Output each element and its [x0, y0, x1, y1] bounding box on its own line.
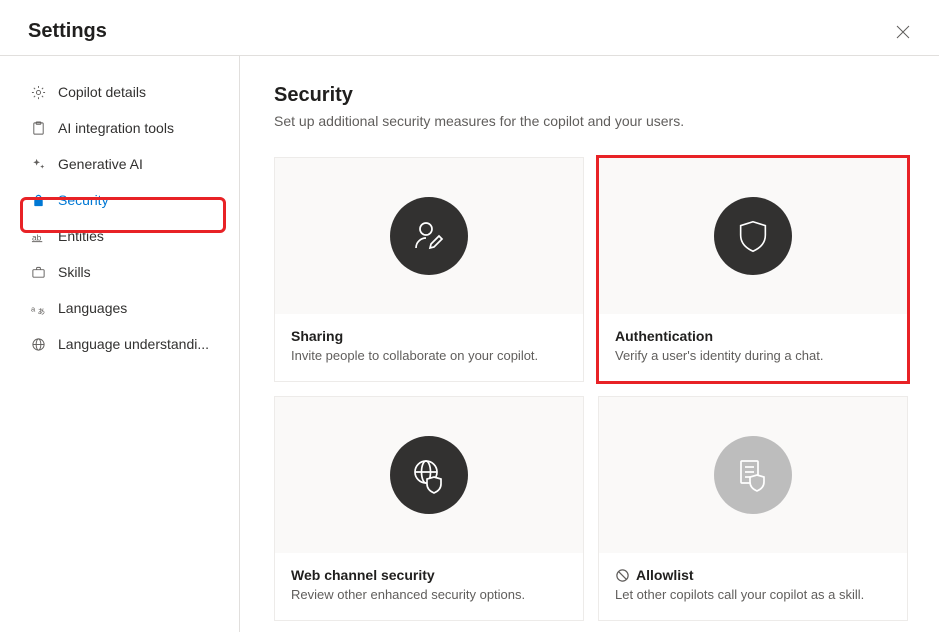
- settings-title: Settings: [28, 20, 107, 43]
- sidebar-item-label: AI integration tools: [58, 120, 174, 136]
- sparkle-icon: [30, 156, 46, 172]
- close-button[interactable]: [895, 24, 911, 40]
- lock-icon: [30, 192, 46, 208]
- card-desc: Invite people to collaborate on your cop…: [291, 348, 567, 363]
- settings-content: Security Set up additional security meas…: [240, 56, 939, 632]
- svg-text:ab: ab: [31, 232, 41, 242]
- svg-text:a: a: [31, 304, 36, 313]
- shield-icon: [734, 217, 772, 255]
- card-web-channel-security[interactable]: Web channel security Review other enhanc…: [274, 396, 584, 621]
- card-top: [599, 158, 907, 314]
- sidebar-item-language-understanding[interactable]: Language understandi...: [0, 326, 239, 362]
- sidebar-item-label: Entities: [58, 228, 104, 244]
- languages-icon: aあ: [30, 300, 46, 316]
- card-bottom: Authentication Verify a user's identity …: [599, 314, 907, 381]
- card-title: Authentication: [615, 328, 891, 344]
- card-sharing[interactable]: Sharing Invite people to collaborate on …: [274, 157, 584, 382]
- card-icon-circle: [390, 436, 468, 514]
- prohibit-icon: [615, 568, 630, 583]
- list-shield-icon: [733, 455, 773, 495]
- gear-icon: [30, 84, 46, 100]
- clipboard-icon: [30, 120, 46, 136]
- globe-icon: [30, 336, 46, 352]
- card-icon-circle: [714, 197, 792, 275]
- sidebar-item-label: Security: [58, 192, 109, 208]
- card-title-text: Allowlist: [636, 567, 694, 583]
- card-allowlist[interactable]: Allowlist Let other copilots call your c…: [598, 396, 908, 621]
- card-title: Web channel security: [291, 567, 567, 583]
- card-title: Sharing: [291, 328, 567, 344]
- settings-sidebar: Copilot details AI integration tools Gen…: [0, 56, 240, 632]
- entities-icon: ab: [30, 228, 46, 244]
- sidebar-item-generative-ai[interactable]: Generative AI: [0, 146, 239, 182]
- card-title: Allowlist: [615, 567, 891, 583]
- page-title: Security: [274, 84, 911, 107]
- card-top: [599, 397, 907, 553]
- briefcase-icon: [30, 264, 46, 280]
- card-top: [275, 397, 583, 553]
- sidebar-item-entities[interactable]: ab Entities: [0, 218, 239, 254]
- close-icon: [896, 25, 910, 39]
- sidebar-item-label: Skills: [58, 264, 91, 280]
- person-edit-icon: [409, 216, 449, 256]
- card-authentication[interactable]: Authentication Verify a user's identity …: [598, 157, 908, 382]
- sidebar-item-security[interactable]: Security: [0, 182, 239, 218]
- sidebar-item-label: Languages: [58, 300, 127, 316]
- sidebar-item-skills[interactable]: Skills: [0, 254, 239, 290]
- svg-text:あ: あ: [37, 307, 45, 316]
- sidebar-item-label: Copilot details: [58, 84, 146, 100]
- sidebar-item-label: Language understandi...: [58, 336, 209, 352]
- sidebar-item-label: Generative AI: [58, 156, 143, 172]
- globe-shield-icon: [409, 455, 449, 495]
- settings-header: Settings: [0, 0, 939, 56]
- sidebar-item-ai-integration[interactable]: AI integration tools: [0, 110, 239, 146]
- card-bottom: Allowlist Let other copilots call your c…: [599, 553, 907, 620]
- card-top: [275, 158, 583, 314]
- card-icon-circle: [390, 197, 468, 275]
- page-subtitle: Set up additional security measures for …: [274, 113, 911, 129]
- card-desc: Review other enhanced security options.: [291, 587, 567, 602]
- card-icon-circle: [714, 436, 792, 514]
- card-desc: Verify a user's identity during a chat.: [615, 348, 891, 363]
- sidebar-item-copilot-details[interactable]: Copilot details: [0, 74, 239, 110]
- card-bottom: Web channel security Review other enhanc…: [275, 553, 583, 620]
- card-bottom: Sharing Invite people to collaborate on …: [275, 314, 583, 381]
- card-desc: Let other copilots call your copilot as …: [615, 587, 891, 602]
- sidebar-item-languages[interactable]: aあ Languages: [0, 290, 239, 326]
- security-cards: Sharing Invite people to collaborate on …: [274, 157, 911, 621]
